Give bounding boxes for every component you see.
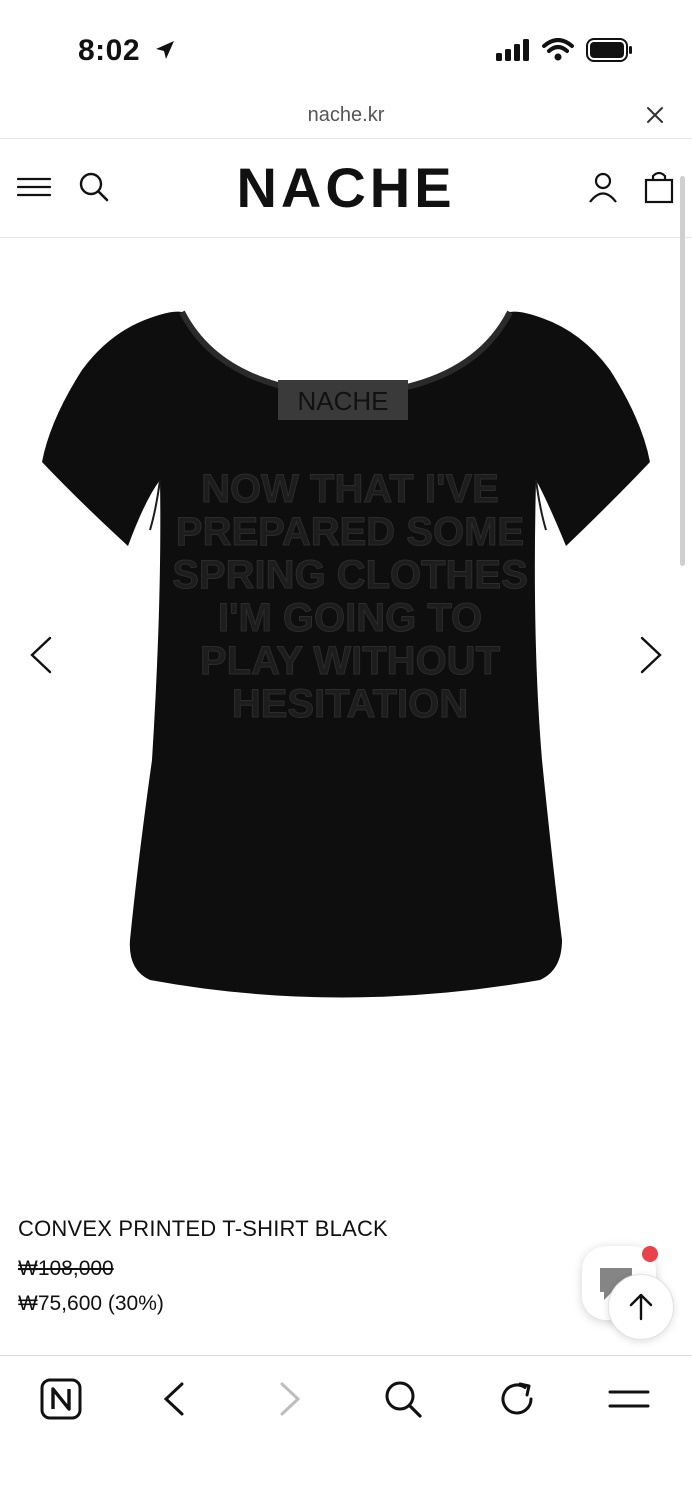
garment-label-text: NACHE: [297, 386, 388, 416]
wifi-icon: [542, 38, 574, 61]
product-image-carousel[interactable]: NACHE NOW THAT I'VE PREPARED SOME SPRING…: [0, 240, 692, 1200]
slogan-line-4: I'M GOING TO: [218, 596, 482, 640]
slogan-line-6: HESITATION: [232, 682, 468, 726]
original-price: ₩108,000: [18, 1257, 114, 1280]
cart-icon[interactable]: [641, 169, 677, 205]
slogan-line-5: PLAY WITHOUT: [200, 639, 500, 683]
status-time: 8:02: [78, 34, 177, 68]
sale-price: ₩75,600 (30%): [18, 1292, 164, 1315]
account-icon[interactable]: [585, 169, 621, 205]
url-text[interactable]: nache.kr: [0, 104, 692, 127]
product-name: CONVEX PRINTED T-SHIRT BLACK: [18, 1216, 388, 1241]
battery-icon: [586, 38, 632, 62]
url-bar[interactable]: nache.kr: [0, 96, 692, 139]
chevron-left-icon[interactable]: [22, 630, 62, 680]
slogan-line-1: NOW THAT I'VE: [201, 467, 499, 511]
site-header: NACHE: [0, 139, 692, 238]
search-icon[interactable]: [380, 1376, 426, 1422]
tshirt-image: NACHE NOW THAT I'VE PREPARED SOME SPRING…: [42, 310, 650, 998]
close-icon[interactable]: [644, 104, 666, 126]
status-icons: [496, 38, 634, 62]
slogan-line-3: SPRING CLOTHES: [172, 553, 528, 597]
location-arrow-icon: [155, 41, 174, 59]
signal-icon: [496, 39, 529, 61]
scroll-to-top-button[interactable]: [608, 1274, 674, 1340]
back-icon[interactable]: [152, 1376, 198, 1422]
slogan-line-2: PREPARED SOME: [176, 510, 524, 554]
reload-icon[interactable]: [494, 1376, 540, 1422]
menu-icon[interactable]: [606, 1376, 652, 1422]
browser-toolbar: [0, 1355, 692, 1501]
naver-home-icon[interactable]: [38, 1376, 84, 1422]
notification-dot: [642, 1246, 658, 1262]
chevron-right-icon[interactable]: [630, 630, 670, 680]
forward-icon[interactable]: [266, 1376, 312, 1422]
arrow-up-icon: [629, 1293, 653, 1321]
